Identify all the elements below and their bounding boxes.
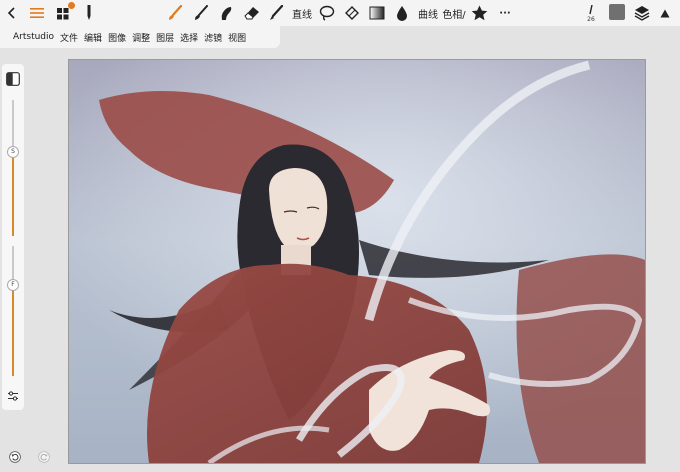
brush-size-icon	[589, 5, 593, 15]
fill-tool-button[interactable]	[393, 0, 411, 26]
transform-tool-button[interactable]	[343, 0, 361, 26]
brush-tool-button[interactable]	[166, 0, 184, 26]
menu-icon	[30, 8, 44, 18]
menu-item-filter[interactable]: 滤镜	[204, 31, 222, 44]
eraser-tool-button[interactable]	[243, 0, 261, 26]
redo-icon[interactable]	[38, 451, 50, 463]
back-button[interactable]	[4, 0, 20, 26]
curve-tool-label: 曲线	[418, 9, 438, 21]
brush-icon	[169, 5, 183, 20]
menu-item-view[interactable]: 视图	[228, 31, 246, 44]
eraser-icon	[244, 7, 259, 20]
favorites-button[interactable]	[469, 0, 489, 26]
menu-item-file[interactable]: 文件	[60, 31, 78, 44]
opacity-slider-fill	[12, 285, 14, 376]
slider-settings-icon[interactable]	[7, 390, 19, 402]
color-swatch[interactable]	[609, 4, 625, 20]
brush-slider-panel: S F	[2, 64, 24, 410]
menu-item-edit[interactable]: 编辑	[84, 31, 102, 44]
menu-item-image[interactable]: 图像	[108, 31, 126, 44]
curve-tool-button[interactable]: 曲线	[416, 0, 440, 26]
layers-button[interactable]	[632, 0, 652, 26]
lasso-icon	[319, 5, 335, 21]
collapse-button[interactable]	[657, 0, 673, 26]
star-icon	[471, 5, 487, 21]
top-toolbar: 直线 曲线 色相/ ··· 26	[0, 0, 680, 26]
pencil-tool-button[interactable]	[82, 0, 96, 26]
gallery-icon	[57, 8, 69, 20]
layers-icon	[634, 6, 650, 21]
menu-item-layer[interactable]: 图层	[156, 31, 174, 44]
undo-icon[interactable]	[9, 451, 21, 463]
back-icon	[7, 7, 15, 19]
menu-item-adjust[interactable]: 调整	[132, 31, 150, 44]
hue-tool-button[interactable]: 色相/	[441, 0, 467, 26]
gallery-button[interactable]	[54, 0, 75, 26]
lasso-tool-button[interactable]	[318, 0, 336, 26]
size-slider-fill	[12, 151, 14, 236]
brush-size-value: 26	[587, 16, 595, 23]
gallery-badge	[68, 2, 75, 9]
menu-button[interactable]	[28, 0, 46, 26]
size-slider-knob[interactable]: S	[7, 145, 19, 158]
menu-bar: Artstudio 文件 编辑 图像 调整 图层 选择 滤镜 视图	[0, 26, 280, 48]
transform-icon	[345, 6, 359, 20]
gradient-tool-button[interactable]	[368, 0, 386, 26]
hue-tool-label: 色相/	[442, 9, 466, 21]
brush-alt-tool-button[interactable]	[192, 0, 210, 26]
menu-item-artstudio[interactable]: Artstudio	[13, 32, 54, 42]
more-label: ···	[499, 7, 511, 19]
pencil-tool-icon	[87, 5, 91, 20]
drawing-canvas[interactable]	[68, 59, 646, 464]
pen-tool-button[interactable]	[267, 0, 285, 26]
brush-size-button[interactable]: 26	[585, 3, 597, 25]
smudge-tool-button[interactable]	[217, 0, 235, 26]
line-tool-label: 直线	[292, 9, 312, 21]
menu-item-select[interactable]: 选择	[180, 31, 198, 44]
more-button[interactable]: ···	[495, 0, 515, 26]
smudge-icon	[221, 7, 232, 20]
collapse-icon	[660, 9, 670, 17]
fill-icon	[397, 6, 407, 21]
line-tool-button[interactable]: 直线	[290, 0, 314, 26]
brush-alt-icon	[195, 5, 208, 20]
artwork-illustration	[69, 60, 645, 463]
pen-icon	[270, 5, 284, 20]
opacity-slider-knob[interactable]: F	[7, 279, 19, 291]
gradient-icon	[369, 6, 385, 20]
panel-toggle-icon[interactable]	[6, 72, 20, 86]
